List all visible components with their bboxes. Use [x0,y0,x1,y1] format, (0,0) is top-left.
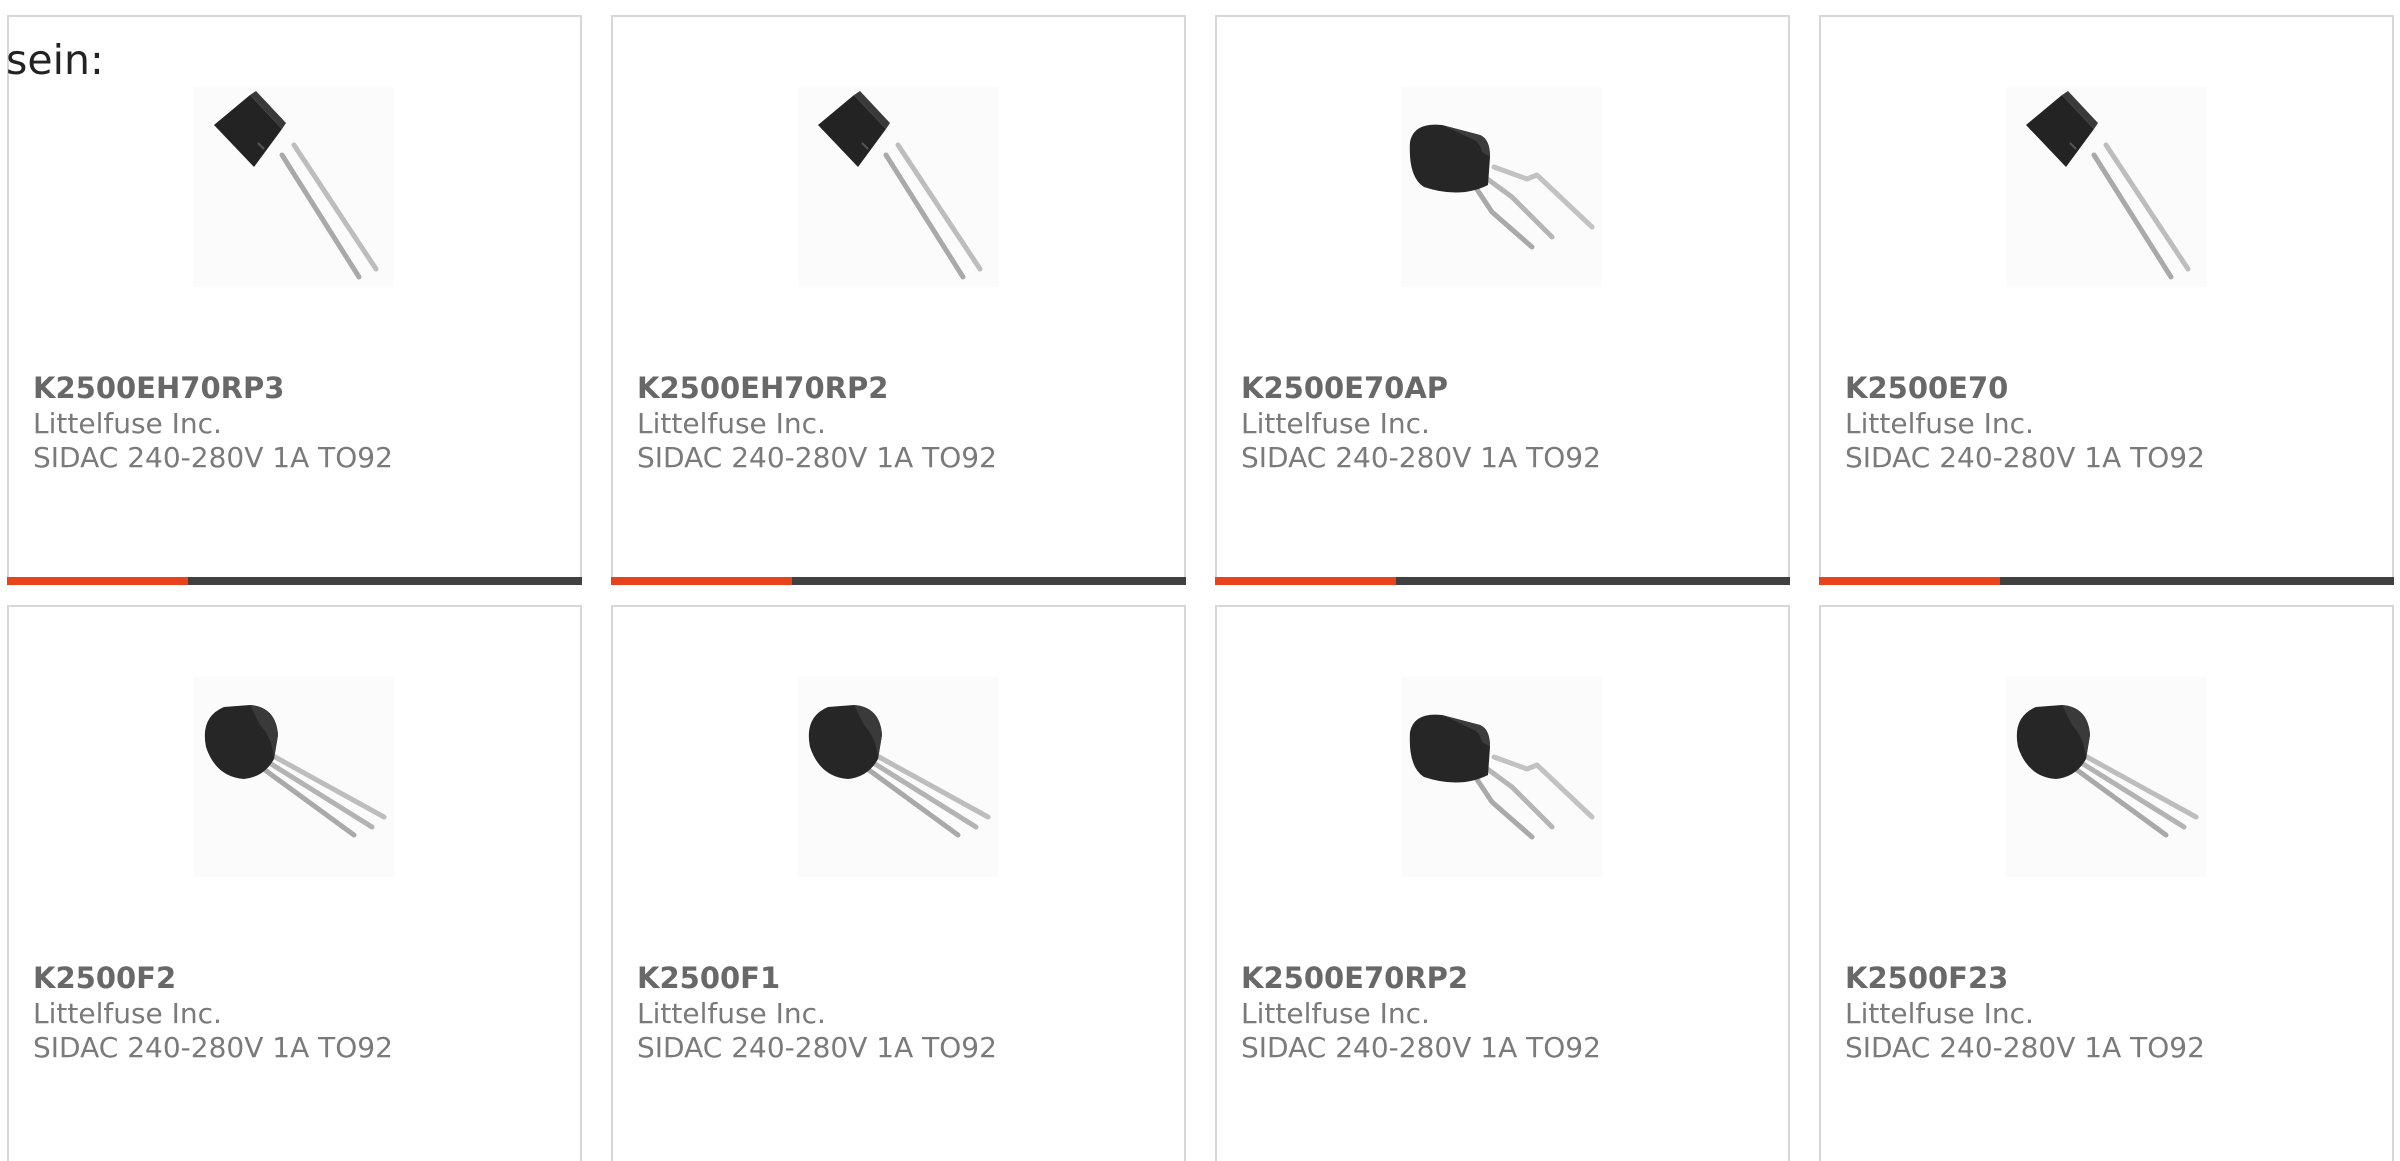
to92-straight-leads-icon [798,87,998,287]
product-grid-page: sein: K2500EH70RP3 Littelfuse Inc. SIDAC… [0,0,2400,1161]
to92-straight-leads-icon [2006,87,2206,287]
part-number[interactable]: K2500F2 [33,961,176,995]
to92-formed-leads-icon [1402,87,1602,287]
progress-bar [7,577,582,585]
progress-bar [611,577,1186,585]
product-card[interactable]: K2500E70 Littelfuse Inc. SIDAC 240-280V … [1819,15,2394,585]
manufacturer: Littelfuse Inc. [1845,407,2034,440]
part-number[interactable]: K2500E70RP2 [1241,961,1468,995]
product-card[interactable]: K2500EH70RP3 Littelfuse Inc. SIDAC 240-2… [7,15,582,585]
part-number[interactable]: K2500F23 [1845,961,2008,995]
to92-straight-leads-icon [194,87,394,287]
description: SIDAC 240-280V 1A TO92 [637,441,997,474]
to92-round-body-icon [2006,677,2206,877]
manufacturer: Littelfuse Inc. [33,997,222,1030]
part-number[interactable]: K2500F1 [637,961,780,995]
product-card[interactable]: K2500E70RP2 Littelfuse Inc. SIDAC 240-28… [1215,605,1790,1161]
description: SIDAC 240-280V 1A TO92 [1845,1031,2205,1064]
manufacturer: Littelfuse Inc. [1241,997,1430,1030]
to92-round-body-icon [798,677,998,877]
manufacturer: Littelfuse Inc. [33,407,222,440]
product-card[interactable]: K2500EH70RP2 Littelfuse Inc. SIDAC 240-2… [611,15,1186,585]
part-number[interactable]: K2500EH70RP2 [637,371,888,405]
to92-round-body-icon [194,677,394,877]
progress-bar [1819,577,2394,585]
to92-formed-leads-icon [1402,677,1602,877]
manufacturer: Littelfuse Inc. [1845,997,2034,1030]
manufacturer: Littelfuse Inc. [637,407,826,440]
product-card[interactable]: K2500F1 Littelfuse Inc. SIDAC 240-280V 1… [611,605,1186,1161]
description: SIDAC 240-280V 1A TO92 [1241,1031,1601,1064]
part-number[interactable]: K2500E70AP [1241,371,1448,405]
progress-fill [611,577,793,585]
manufacturer: Littelfuse Inc. [1241,407,1430,440]
description: SIDAC 240-280V 1A TO92 [1845,441,2205,474]
description: SIDAC 240-280V 1A TO92 [33,1031,393,1064]
part-number[interactable]: K2500E70 [1845,371,2008,405]
product-card[interactable]: K2500E70AP Littelfuse Inc. SIDAC 240-280… [1215,15,1790,585]
progress-fill [1819,577,2001,585]
progress-fill [7,577,189,585]
intro-text: sein: [6,36,104,84]
product-card[interactable]: K2500F2 Littelfuse Inc. SIDAC 240-280V 1… [7,605,582,1161]
description: SIDAC 240-280V 1A TO92 [1241,441,1601,474]
product-card[interactable]: K2500F23 Littelfuse Inc. SIDAC 240-280V … [1819,605,2394,1161]
description: SIDAC 240-280V 1A TO92 [637,1031,997,1064]
progress-fill [1215,577,1397,585]
progress-bar [1215,577,1790,585]
description: SIDAC 240-280V 1A TO92 [33,441,393,474]
part-number[interactable]: K2500EH70RP3 [33,371,284,405]
manufacturer: Littelfuse Inc. [637,997,826,1030]
